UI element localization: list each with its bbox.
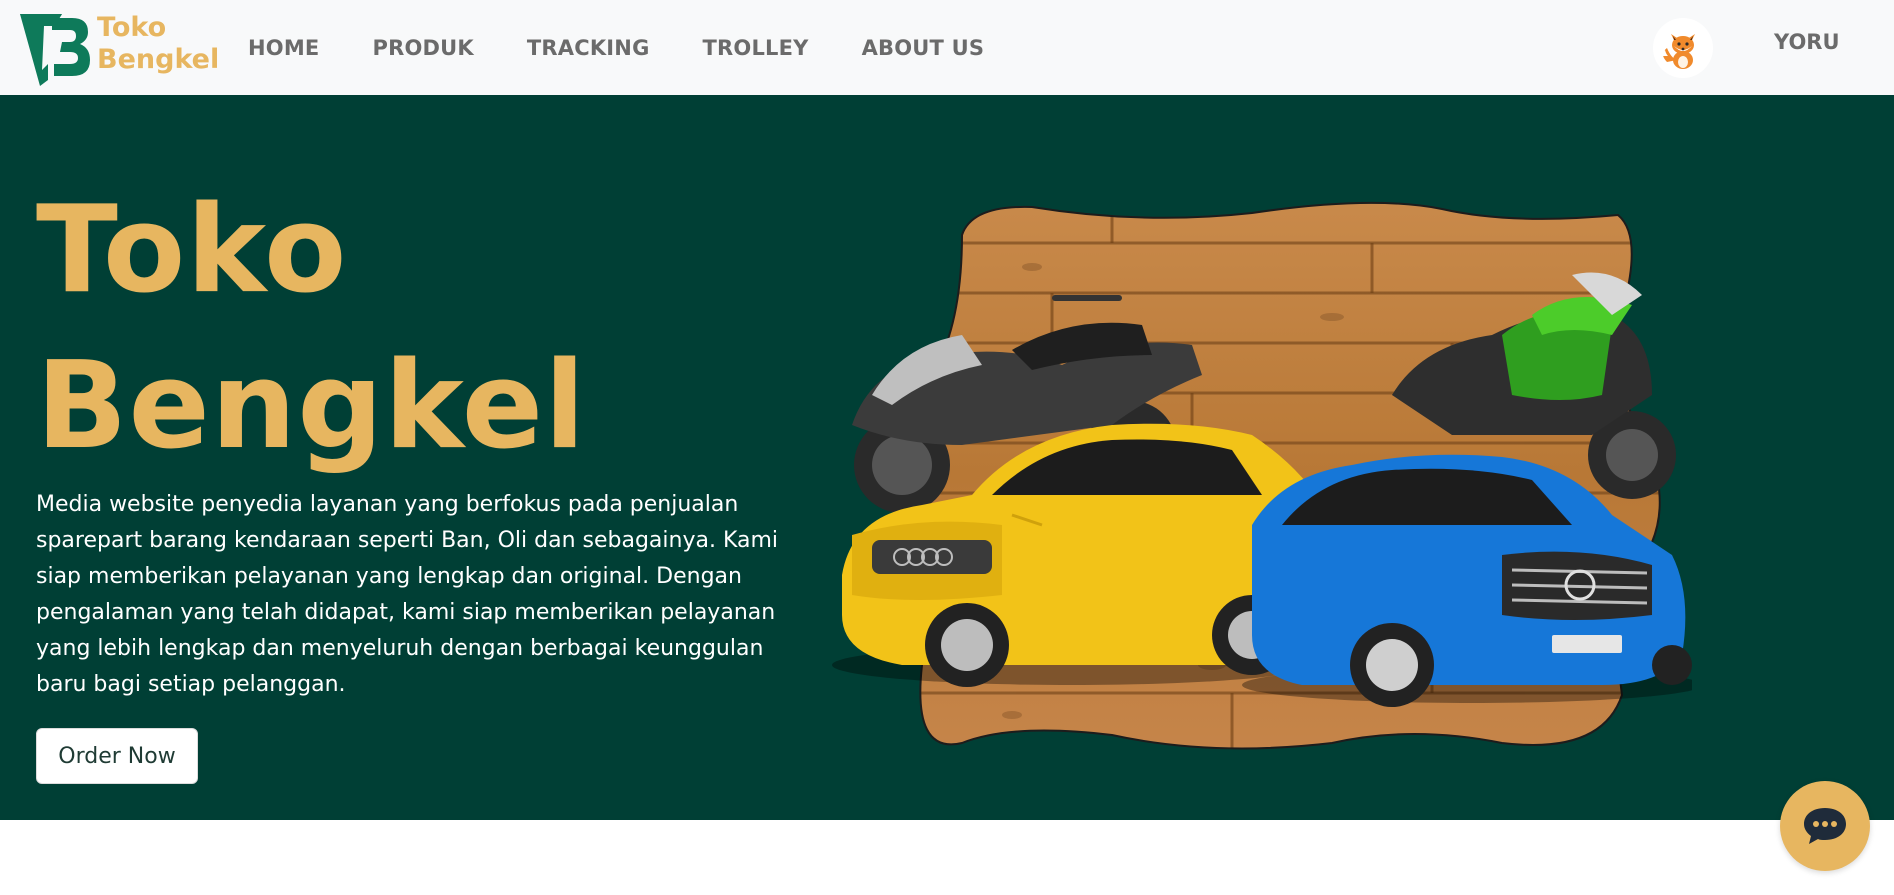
nav-link-produk[interactable]: PRODUK xyxy=(372,36,473,60)
tb-logo-icon xyxy=(20,14,90,86)
username-link[interactable]: YORU xyxy=(1774,30,1840,54)
vehicles-on-wood-blob-illustration xyxy=(832,201,1692,750)
nav-link-tracking[interactable]: TRACKING xyxy=(527,36,650,60)
nav-link-home[interactable]: HOME xyxy=(248,36,319,60)
hero-title-line2: Bengkel xyxy=(36,337,587,476)
hero-title-line1: Toko xyxy=(36,181,348,320)
hero-title: Toko Bengkel xyxy=(36,173,586,485)
nav-links: HOME PRODUK TRACKING TROLLEY ABOUT US xyxy=(248,0,1037,95)
navbar: Toko Bengkel HOME PRODUK TRACKING TROLLE… xyxy=(0,0,1894,95)
brand-name-line2: Bengkel xyxy=(97,44,220,75)
brand-name-line1: Toko xyxy=(97,12,167,43)
nav-link-trolley[interactable]: TROLLEY xyxy=(703,36,809,60)
nav-link-about-us[interactable]: ABOUT US xyxy=(862,36,985,60)
brand-home-link[interactable]: Toko Bengkel xyxy=(18,8,219,86)
chat-bubble-icon xyxy=(1804,808,1846,844)
user-avatar[interactable] xyxy=(1653,18,1713,78)
hero-section: Toko Bengkel Media website penyedia laya… xyxy=(0,95,1894,820)
hero-description: Media website penyedia layanan yang berf… xyxy=(36,492,779,697)
brand-name: Toko Bengkel xyxy=(97,12,219,76)
chat-button[interactable] xyxy=(1780,781,1870,871)
fox-avatar-icon xyxy=(1662,34,1695,69)
order-now-button[interactable]: Order Now xyxy=(36,728,198,784)
